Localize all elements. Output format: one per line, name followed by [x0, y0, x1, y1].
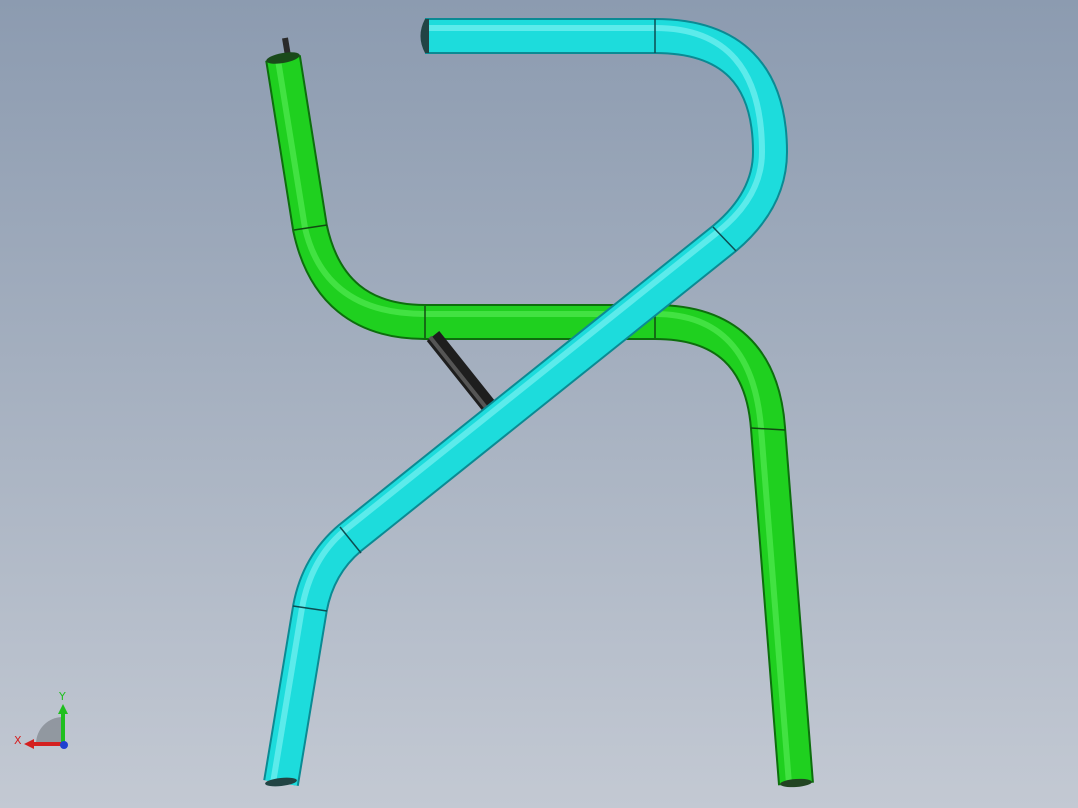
- cyan-tube[interactable]: [263, 18, 788, 788]
- cyan-tube-end-cap: [420, 19, 429, 53]
- tube-assembly-model[interactable]: [0, 0, 1078, 808]
- connector-rod[interactable]: [426, 331, 499, 415]
- green-tube[interactable]: [265, 50, 814, 788]
- cad-3d-viewport[interactable]: X Y: [0, 0, 1078, 808]
